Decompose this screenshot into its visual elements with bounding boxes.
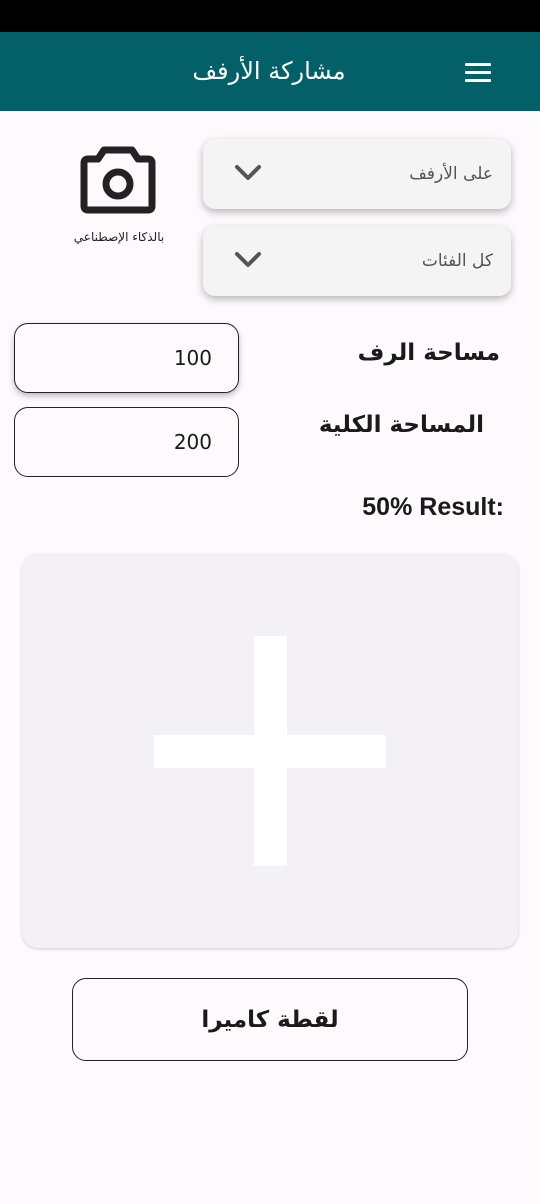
total-area-label: المساحة الكلية bbox=[318, 412, 484, 438]
ai-camera-button[interactable]: بالذكاء الإصطناعي bbox=[60, 140, 178, 255]
result-text: 50% Result: bbox=[362, 493, 504, 521]
shelf-area-field[interactable] bbox=[14, 323, 239, 393]
chevron-down-icon bbox=[235, 165, 261, 180]
ai-camera-label: بالذكاء الإصطناعي bbox=[73, 230, 165, 244]
total-area-input[interactable] bbox=[15, 408, 238, 476]
camera-icon bbox=[80, 146, 156, 214]
app-bar: مشاركة الأرفف bbox=[0, 32, 540, 111]
shelf-dropdown-value: على الأرفف bbox=[409, 164, 493, 184]
image-picker[interactable] bbox=[22, 554, 518, 948]
camera-snapshot-button[interactable]: لقطة كاميرا bbox=[72, 978, 468, 1061]
shelf-dropdown[interactable]: على الأرفف bbox=[203, 139, 511, 209]
shelf-area-input[interactable] bbox=[15, 324, 238, 392]
category-dropdown[interactable]: كل الفئات bbox=[203, 226, 511, 296]
status-bar bbox=[0, 0, 540, 32]
total-area-field[interactable] bbox=[14, 407, 239, 477]
shelf-area-label: مساحة الرف bbox=[357, 340, 500, 366]
plus-icon bbox=[154, 636, 386, 866]
chevron-down-icon bbox=[235, 252, 261, 267]
menu-icon[interactable] bbox=[452, 54, 504, 90]
category-dropdown-value: كل الفئات bbox=[421, 251, 493, 271]
